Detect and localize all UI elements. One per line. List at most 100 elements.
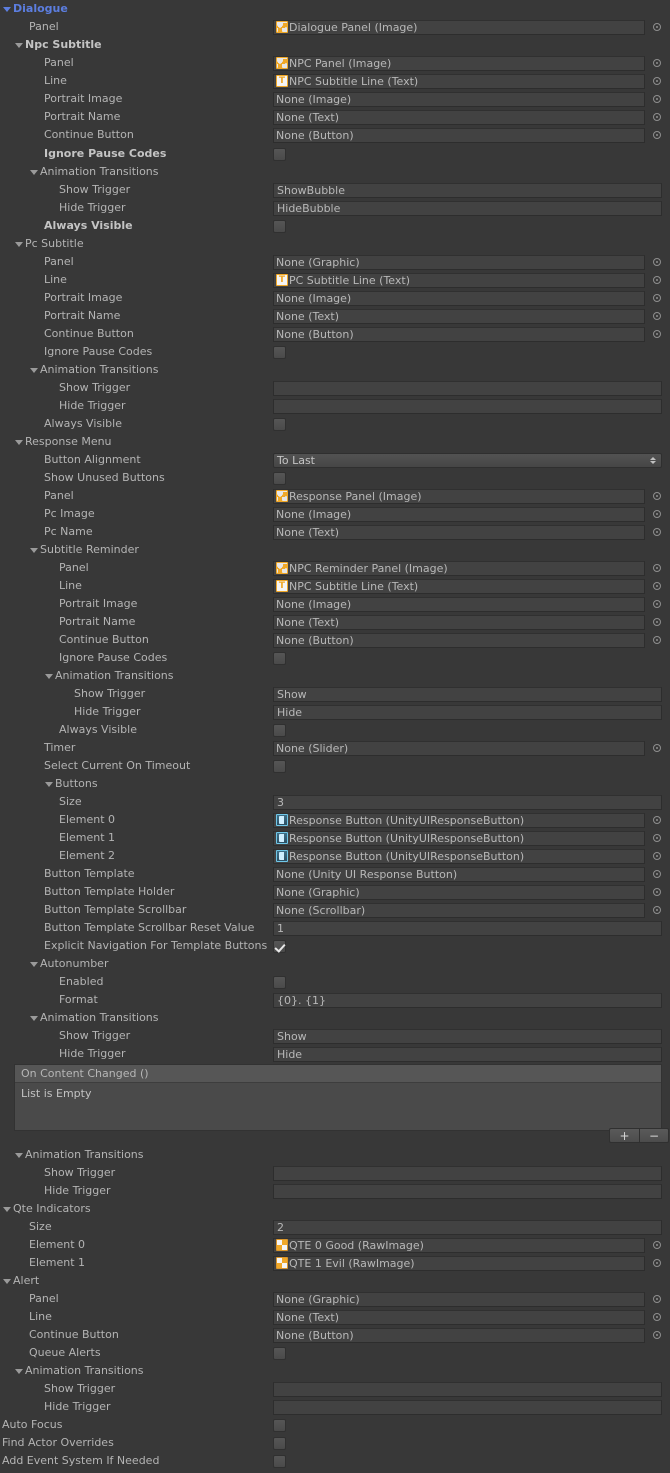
text-input-root-show-trigger[interactable] [273, 1164, 662, 1182]
object-field-npc-portrait-name[interactable]: None (Text) [273, 108, 665, 126]
object-picker-icon[interactable] [651, 741, 665, 756]
chevron-down-icon[interactable] [14, 1362, 25, 1380]
object-field-reminder-panel[interactable]: NPC Reminder Panel (Image) [273, 559, 665, 577]
number-input-scrollbar-reset-value[interactable]: 1 [273, 919, 662, 937]
object-picker-icon[interactable] [651, 128, 665, 143]
object-field-pc-line[interactable]: PC Subtitle Line (Text) [273, 271, 665, 289]
text-input-alert-show-trigger[interactable] [273, 1380, 662, 1398]
object-field-buttons-element-0[interactable]: Response Button (UnityUIResponseButton) [273, 811, 665, 829]
text-input-npc-show-trigger[interactable]: ShowBubble [273, 181, 662, 199]
object-field-pc-name[interactable]: None (Text) [273, 523, 665, 541]
checkbox-pc-ignore-pause-codes[interactable] [273, 343, 286, 361]
object-picker-icon[interactable] [651, 597, 665, 612]
foldout-alert[interactable]: Alert [0, 1272, 670, 1290]
foldout-pc-subtitle[interactable]: Pc Subtitle [0, 235, 670, 253]
object-field-button-template-holder[interactable]: None (Graphic) [273, 883, 665, 901]
chevron-down-icon[interactable] [29, 163, 40, 181]
foldout-response-animation-transitions[interactable]: Animation Transitions [0, 1009, 670, 1027]
foldout-dialogue[interactable]: Dialogue [0, 0, 670, 18]
checkbox-explicit-navigation[interactable] [273, 937, 286, 955]
object-picker-icon[interactable] [651, 309, 665, 324]
checkbox-add-event-system[interactable] [273, 1452, 286, 1470]
object-field-pc-continue-button[interactable]: None (Button) [273, 325, 665, 343]
object-field-pc-panel[interactable]: None (Graphic) [273, 253, 665, 271]
object-field-qte-element-1[interactable]: QTE 1 Evil (RawImage) [273, 1254, 665, 1272]
text-input-reminder-hide-trigger[interactable]: Hide [273, 703, 662, 721]
chevron-down-icon[interactable] [44, 667, 55, 685]
object-picker-icon[interactable] [651, 579, 665, 594]
foldout-alert-animation-transitions[interactable]: Animation Transitions [0, 1362, 670, 1380]
object-picker-icon[interactable] [651, 1310, 665, 1325]
object-field-timer[interactable]: None (Slider) [273, 739, 665, 757]
object-picker-icon[interactable] [651, 903, 665, 918]
text-input-pc-hide-trigger[interactable] [273, 397, 662, 415]
checkbox-reminder-always-visible[interactable] [273, 721, 286, 739]
text-input-reminder-show-trigger[interactable]: Show [273, 685, 662, 703]
dropdown-button-alignment[interactable]: To Last [273, 451, 662, 469]
foldout-npc-subtitle[interactable]: Npc Subtitle [0, 36, 670, 54]
chevron-down-icon[interactable] [29, 1009, 40, 1027]
chevron-down-icon[interactable] [14, 36, 25, 54]
foldout-subtitle-reminder[interactable]: Subtitle Reminder [0, 541, 670, 559]
checkbox-queue-alerts[interactable] [273, 1344, 286, 1362]
number-input-qte-size[interactable]: 2 [273, 1218, 662, 1236]
chevron-down-icon[interactable] [29, 361, 40, 379]
object-picker-icon[interactable] [651, 1292, 665, 1307]
object-picker-icon[interactable] [651, 507, 665, 522]
chevron-down-icon[interactable] [29, 541, 40, 559]
text-input-npc-hide-trigger[interactable]: HideBubble [273, 199, 662, 217]
chevron-down-icon[interactable] [14, 235, 25, 253]
object-field-npc-line[interactable]: NPC Subtitle Line (Text) [273, 72, 665, 90]
object-field-pc-image[interactable]: None (Image) [273, 505, 665, 523]
object-picker-icon[interactable] [651, 561, 665, 576]
object-field-response-panel[interactable]: Response Panel (Image) [273, 487, 665, 505]
add-event-button[interactable]: + [609, 1128, 639, 1143]
foldout-buttons-array[interactable]: Buttons [0, 775, 670, 793]
object-picker-icon[interactable] [651, 273, 665, 288]
object-picker-icon[interactable] [651, 56, 665, 71]
checkbox-npc-ignore-pause-codes[interactable] [273, 145, 286, 163]
object-field-npc-panel[interactable]: NPC Panel (Image) [273, 54, 665, 72]
number-input-buttons-size[interactable]: 3 [273, 793, 662, 811]
text-input-autonumber-format[interactable]: {0}. {1} [273, 991, 662, 1009]
chevron-down-icon[interactable] [2, 0, 13, 18]
object-picker-icon[interactable] [651, 1328, 665, 1343]
foldout-autonumber[interactable]: Autonumber [0, 955, 670, 973]
object-picker-icon[interactable] [651, 327, 665, 342]
text-input-response-hide-trigger[interactable]: Hide [273, 1045, 662, 1063]
checkbox-select-current-on-timeout[interactable] [273, 757, 286, 775]
text-input-root-hide-trigger[interactable] [273, 1182, 662, 1200]
object-field-qte-element-0[interactable]: QTE 0 Good (RawImage) [273, 1236, 665, 1254]
object-field-alert-panel[interactable]: None (Graphic) [273, 1290, 665, 1308]
foldout-reminder-animation-transitions[interactable]: Animation Transitions [0, 667, 670, 685]
object-picker-icon[interactable] [651, 74, 665, 89]
object-field-pc-portrait-name[interactable]: None (Text) [273, 307, 665, 325]
text-input-pc-show-trigger[interactable] [273, 379, 662, 397]
object-field-button-template-scrollbar[interactable]: None (Scrollbar) [273, 901, 665, 919]
chevron-down-icon[interactable] [14, 433, 25, 451]
object-field-dialogue-panel[interactable]: Dialogue Panel (Image) [273, 18, 665, 36]
checkbox-pc-always-visible[interactable] [273, 415, 286, 433]
object-picker-icon[interactable] [651, 525, 665, 540]
object-picker-icon[interactable] [651, 110, 665, 125]
object-field-reminder-continue-button[interactable]: None (Button) [273, 631, 665, 649]
object-picker-icon[interactable] [651, 633, 665, 648]
object-picker-icon[interactable] [651, 489, 665, 504]
object-picker-icon[interactable] [651, 1256, 665, 1271]
foldout-response-menu[interactable]: Response Menu [0, 433, 670, 451]
foldout-qte-indicators[interactable]: Qte Indicators [0, 1200, 670, 1218]
object-picker-icon[interactable] [651, 255, 665, 270]
object-picker-icon[interactable] [651, 867, 665, 882]
object-picker-icon[interactable] [651, 849, 665, 864]
object-picker-icon[interactable] [651, 615, 665, 630]
checkbox-find-actor-overrides[interactable] [273, 1434, 286, 1452]
checkbox-reminder-ignore-pause-codes[interactable] [273, 649, 286, 667]
object-field-alert-continue-button[interactable]: None (Button) [273, 1326, 665, 1344]
object-picker-icon[interactable] [651, 831, 665, 846]
object-picker-icon[interactable] [651, 1238, 665, 1253]
chevron-down-icon[interactable] [2, 1272, 13, 1290]
object-field-reminder-portrait-name[interactable]: None (Text) [273, 613, 665, 631]
object-picker-icon[interactable] [651, 92, 665, 107]
text-input-response-show-trigger[interactable]: Show [273, 1027, 662, 1045]
chevron-down-icon[interactable] [44, 775, 55, 793]
